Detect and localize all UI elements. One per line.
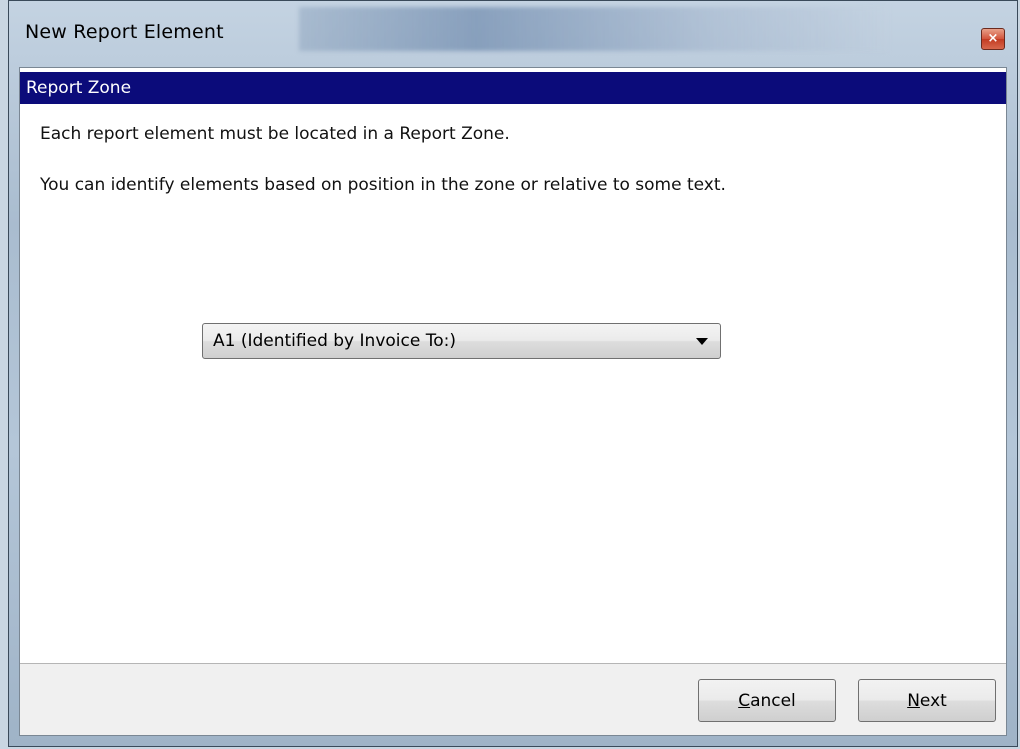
description-line-2: You can identify elements based on posit…	[40, 175, 726, 195]
button-bar: Cancel Next	[20, 663, 1006, 735]
section-header: Report Zone	[20, 72, 1006, 104]
next-label: ext	[919, 691, 947, 711]
title-bar[interactable]: New Report Element ×	[9, 1, 1017, 65]
dialog-content: Report Zone Each report element must be …	[19, 67, 1007, 736]
title-bar-glass	[299, 7, 889, 51]
report-zone-select[interactable]: A1 (Identified by Invoice To:)	[202, 323, 721, 359]
dialog-window: New Report Element × Report Zone Each re…	[8, 0, 1018, 747]
next-button[interactable]: Next	[858, 679, 996, 722]
cancel-accel: C	[738, 691, 751, 711]
report-zone-selected-value: A1 (Identified by Invoice To:)	[213, 331, 456, 351]
chevron-down-icon	[696, 338, 708, 345]
close-button[interactable]: ×	[981, 28, 1005, 50]
next-accel: N	[907, 691, 920, 711]
cancel-label: ancel	[750, 691, 796, 711]
cancel-button[interactable]: Cancel	[698, 679, 836, 722]
close-icon: ×	[987, 31, 999, 46]
description-line-1: Each report element must be located in a…	[40, 124, 510, 144]
window-title: New Report Element	[25, 21, 224, 43]
